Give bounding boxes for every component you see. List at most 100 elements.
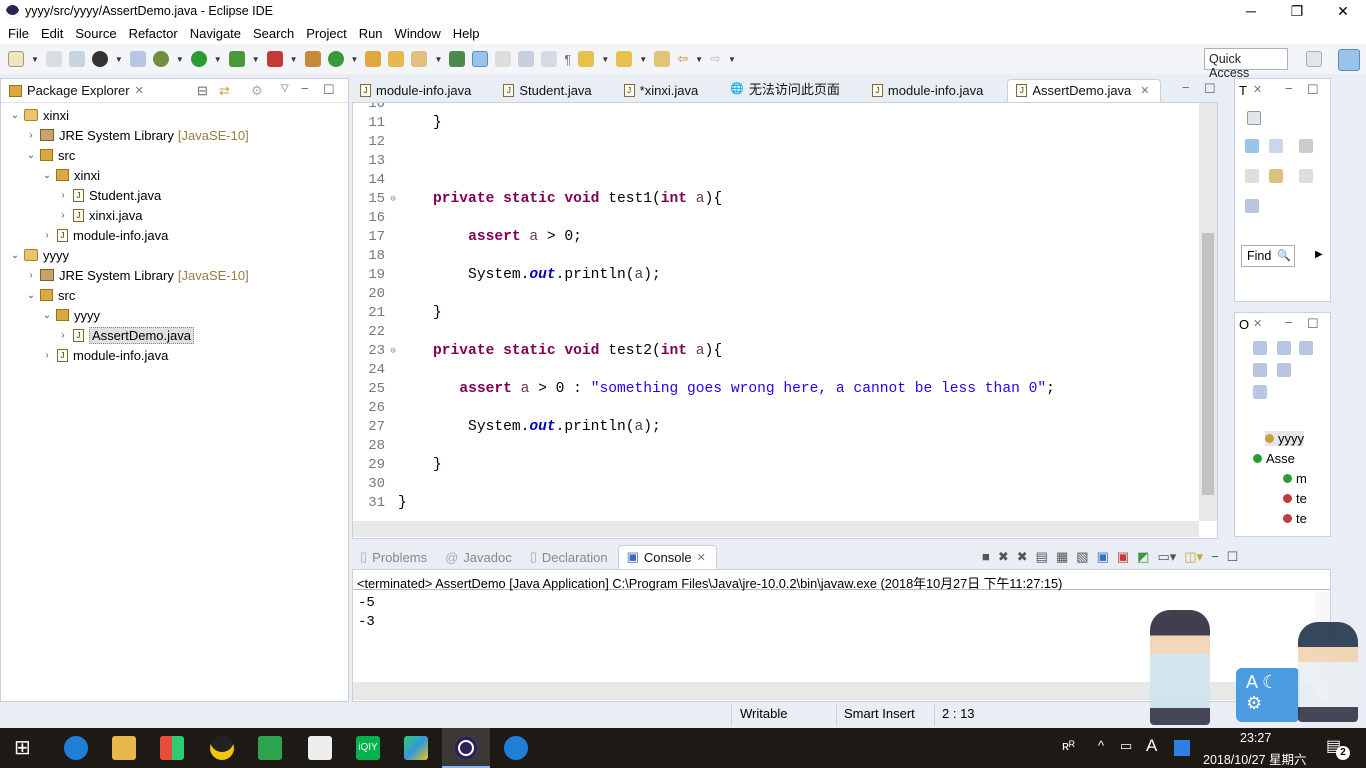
chevron-down-icon[interactable]: ⌄: [25, 150, 37, 161]
quick-access-input[interactable]: Quick Access: [1204, 48, 1288, 80]
open-console-icon[interactable]: ◫▾: [1184, 549, 1203, 565]
horizontal-scrollbar[interactable]: [353, 521, 1199, 537]
open-perspective-icon[interactable]: [1306, 51, 1322, 67]
close-icon[interactable]: ✕: [697, 551, 706, 564]
code-line[interactable]: 11 }: [353, 114, 1193, 133]
new-java-project-icon[interactable]: [304, 51, 321, 67]
vertical-scrollbar[interactable]: [1199, 103, 1217, 521]
pin-console-icon[interactable]: ◩: [1137, 549, 1149, 565]
chevron-up-icon[interactable]: ^: [1098, 738, 1104, 753]
remove-all-icon[interactable]: ✖: [1017, 549, 1028, 565]
chevron-right-icon[interactable]: ›: [57, 190, 69, 201]
close-button[interactable]: ✕: [1320, 0, 1366, 22]
close-icon[interactable]: ✕: [1253, 317, 1262, 330]
menu-search[interactable]: Search: [247, 26, 300, 41]
code-line[interactable]: 28: [353, 437, 1193, 456]
history-icon[interactable]: [1269, 169, 1283, 183]
tree-item[interactable]: › Jxinxi.java: [57, 205, 142, 225]
show-whitespace-icon[interactable]: [495, 51, 512, 67]
tree-item[interactable]: ⌄ src: [25, 285, 76, 305]
code-line[interactable]: 14: [353, 171, 1193, 190]
chevron-right-icon[interactable]: ›: [41, 350, 53, 361]
menu-help[interactable]: Help: [447, 26, 486, 41]
code-line[interactable]: 27 System.out.println(a);: [353, 418, 1193, 437]
minimize-view-icon[interactable]: −: [1285, 81, 1293, 96]
code-line[interactable]: 30: [353, 475, 1193, 494]
tree-item[interactable]: › Jmodule-info.java: [41, 345, 168, 365]
show-on-stderr-icon[interactable]: ▣: [1117, 549, 1129, 565]
word-wrap-icon[interactable]: [541, 51, 558, 67]
maximize-view-icon[interactable]: ☐: [323, 82, 335, 98]
maximize-view-icon[interactable]: ☐: [1307, 316, 1319, 332]
people-icon[interactable]: ʀᴿ: [1062, 738, 1075, 753]
show-on-stdout-icon[interactable]: ▣: [1097, 549, 1109, 565]
restore-button[interactable]: ❐: [1274, 0, 1320, 22]
forward-icon[interactable]: ⇨: [710, 51, 721, 67]
code-line[interactable]: 29 }: [353, 456, 1193, 475]
tree-item[interactable]: ⌄ src: [25, 145, 76, 165]
battery-icon[interactable]: ▭: [1120, 738, 1132, 754]
open-type-icon[interactable]: [365, 51, 382, 67]
clock-time[interactable]: 23:27: [1240, 731, 1271, 745]
view-menu-icon[interactable]: ▽: [281, 83, 289, 94]
display-console-icon[interactable]: ▭▾: [1157, 549, 1176, 565]
chevron-right-icon[interactable]: ›: [41, 230, 53, 241]
tab-package-explorer[interactable]: Package Explorer ✕: [1, 80, 154, 102]
code-line[interactable]: 16: [353, 209, 1193, 228]
code-line[interactable]: 10: [353, 103, 1193, 114]
focus-icon[interactable]: [1253, 385, 1267, 399]
skip-breakpoints-icon[interactable]: [129, 51, 146, 67]
chevron-down-icon[interactable]: ⌄: [25, 290, 37, 301]
tab-editor[interactable]: Jmodule-info.java: [864, 80, 1007, 102]
chevron-down-icon[interactable]: ⌄: [41, 170, 53, 181]
lock-icon[interactable]: [1245, 169, 1259, 183]
minimize-view-icon[interactable]: −: [1211, 549, 1219, 565]
chevron-down-icon[interactable]: ⌄: [9, 250, 21, 261]
outline-item[interactable]: yyyy: [1265, 431, 1304, 446]
menu-window[interactable]: Window: [389, 26, 447, 41]
hide-local-icon[interactable]: [1277, 363, 1291, 377]
tree-item[interactable]: › JRE System Library [JavaSE-10]: [25, 265, 248, 285]
tree-item[interactable]: ⌄ yyyy: [41, 305, 100, 325]
windows-start-icon[interactable]: ⊞: [14, 736, 38, 760]
maximize-view-icon[interactable]: ☐: [1307, 82, 1319, 98]
profile-icon[interactable]: [91, 51, 108, 67]
remove-launch-icon[interactable]: ✖: [998, 549, 1009, 565]
tab-problems[interactable]: ▯ Problems: [352, 546, 437, 569]
minimize-editor-icon[interactable]: −: [1182, 80, 1190, 95]
file-explorer-icon[interactable]: [112, 736, 136, 760]
tree-item[interactable]: › JRE System Library [JavaSE-10]: [25, 125, 248, 145]
tree-item[interactable]: ⌄ xinxi: [9, 105, 69, 125]
minimize-view-icon[interactable]: −: [301, 81, 309, 96]
block-selection-icon[interactable]: [518, 51, 535, 67]
search-icon[interactable]: [411, 51, 428, 67]
menu-navigate[interactable]: Navigate: [184, 26, 247, 41]
outline-item[interactable]: m: [1283, 471, 1307, 486]
toggle-mark-occurrences-icon[interactable]: [449, 51, 466, 67]
save-icon[interactable]: [45, 51, 62, 67]
chevron-right-icon[interactable]: ▶: [1315, 249, 1323, 260]
iqiyi-icon[interactable]: iQIY: [356, 736, 380, 760]
new-icon[interactable]: [1247, 111, 1261, 125]
tab-editor[interactable]: J AssertDemo.java ✕: [1007, 79, 1161, 102]
tab-outline[interactable]: O: [1239, 317, 1249, 332]
outline-item[interactable]: te: [1283, 511, 1307, 526]
tab-editor[interactable]: J Student.java: [495, 80, 615, 102]
new-icon[interactable]: [8, 51, 24, 67]
coverage-icon[interactable]: [228, 51, 245, 67]
minimize-view-icon[interactable]: −: [1285, 315, 1293, 330]
scrollbar-thumb[interactable]: [1202, 233, 1214, 495]
word-wrap-icon[interactable]: ▧: [1076, 549, 1088, 565]
chevron-right-icon[interactable]: ›: [25, 270, 37, 281]
menu-edit[interactable]: Edit: [35, 26, 69, 41]
chevron-down-icon[interactable]: ⌄: [9, 110, 21, 121]
maximize-editor-icon[interactable]: ☐: [1204, 81, 1216, 97]
code-line[interactable]: 13: [353, 152, 1193, 171]
clear-console-icon[interactable]: ▤: [1036, 549, 1048, 565]
tab-editor[interactable]: Jmodule-info.java: [352, 80, 495, 102]
java-perspective-icon[interactable]: [1338, 49, 1360, 71]
sort-icon[interactable]: [1253, 341, 1267, 355]
tree-item[interactable]: ⌄ xinxi: [41, 165, 100, 185]
menu-source[interactable]: Source: [69, 26, 122, 41]
code-line[interactable]: 21 }: [353, 304, 1193, 323]
